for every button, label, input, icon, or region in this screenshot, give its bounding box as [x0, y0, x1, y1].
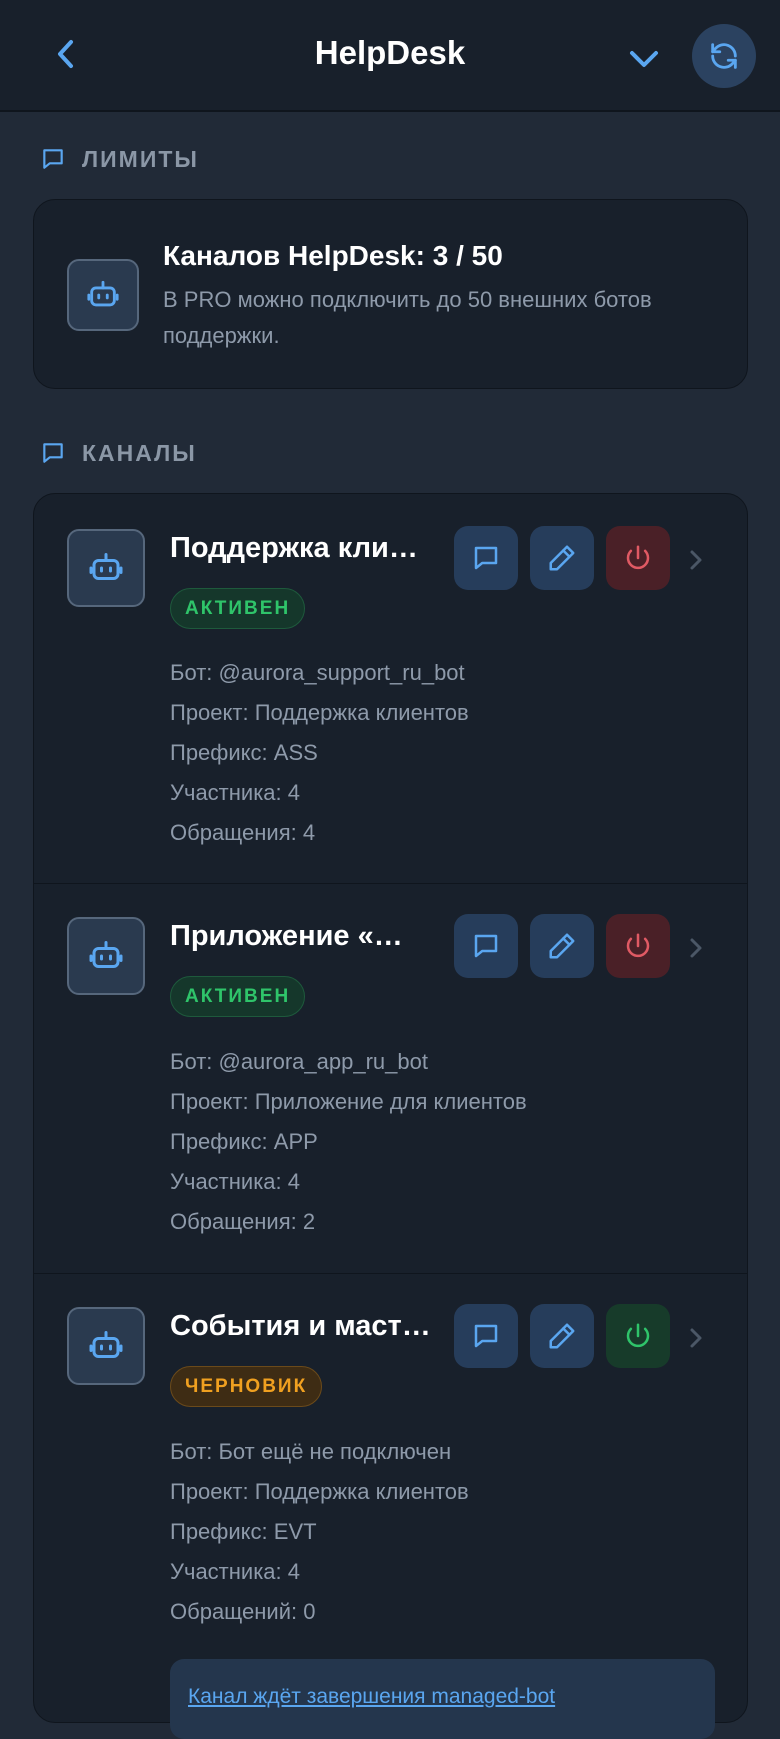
bot-icon — [87, 280, 119, 307]
channel-bot: Бот: @aurora_app_ru_bot — [170, 1049, 428, 1074]
channel-requests: Обращений: 0 — [170, 1599, 316, 1624]
power-button[interactable] — [606, 1304, 670, 1368]
bot-avatar — [67, 529, 145, 607]
channel-members: Участника: 4 — [170, 1559, 300, 1584]
limits-card: Каналов HelpDesk: 3 / 50 В PRO можно под… — [33, 199, 748, 389]
channels-section-label: КАНАЛЫ — [82, 439, 197, 466]
pencil-icon — [549, 545, 575, 571]
channel-bot: Бот: Бот ещё не подключен — [170, 1439, 452, 1464]
channel-bot: Бот: @aurora_support_ru_bot — [170, 660, 465, 685]
power-button[interactable] — [606, 526, 670, 590]
bot-avatar — [67, 917, 145, 995]
message-square-icon — [474, 934, 498, 958]
open-channel-chevron[interactable] — [684, 546, 708, 574]
pencil-icon — [549, 933, 575, 959]
power-icon — [626, 1323, 650, 1348]
open-channel-chevron[interactable] — [684, 1324, 708, 1352]
message-square-icon — [474, 1324, 498, 1348]
limits-title: Каналов HelpDesk: 3 / 50 — [163, 240, 503, 271]
status-badge: ЧЕРНОВИК — [170, 1366, 323, 1407]
channel-name: Поддержка кли… — [170, 532, 418, 564]
limits-section-label: ЛИМИТЫ — [82, 145, 199, 172]
chevron-right-icon — [690, 1328, 702, 1348]
status-badge: АКТИВЕН — [170, 588, 306, 629]
channels-section-header: КАНАЛЫ — [40, 438, 197, 468]
channel-project: Проект: Поддержка клиентов — [170, 700, 469, 725]
collapse-button[interactable] — [622, 36, 666, 80]
status-badge: АКТИВЕН — [170, 976, 306, 1017]
channel-members: Участника: 4 — [170, 1169, 300, 1194]
channel-name: События и маст… — [170, 1310, 430, 1342]
channel-project: Проект: Поддержка клиентов — [170, 1479, 469, 1504]
channel-item[interactable]: Поддержка кли… АКТИВЕН Бот: @aurora_supp… — [34, 494, 747, 883]
edit-button[interactable] — [530, 1304, 594, 1368]
chevron-right-icon — [690, 550, 702, 570]
open-channel-chevron[interactable] — [684, 934, 708, 962]
open-chat-button[interactable] — [454, 1304, 518, 1368]
message-square-icon — [43, 149, 63, 169]
chevron-right-icon — [690, 938, 702, 958]
bot-icon — [89, 1331, 123, 1358]
channel-prefix: Префикс: APP — [170, 1129, 318, 1154]
limits-description: В PRO можно подключить до 50 внешних бот… — [163, 287, 652, 348]
channels-card: Поддержка кли… АКТИВЕН Бот: @aurora_supp… — [33, 493, 748, 1739]
channel-name: Приложение «… — [170, 920, 403, 952]
message-square-icon — [474, 546, 498, 570]
power-icon — [626, 545, 650, 570]
pencil-icon — [549, 1323, 575, 1349]
open-chat-button[interactable] — [454, 914, 518, 978]
power-icon — [626, 933, 650, 958]
channel-requests: Обращения: 4 — [170, 820, 316, 845]
channel-item[interactable]: События и маст… ЧЕРНОВИК Бот: Бот ещё не… — [34, 1273, 747, 1739]
refresh-button[interactable] — [692, 24, 756, 88]
power-button[interactable] — [606, 914, 670, 978]
edit-button[interactable] — [530, 914, 594, 978]
channel-members: Участника: 4 — [170, 780, 300, 805]
channel-project: Проект: Приложение для клиентов — [170, 1089, 527, 1114]
open-chat-button[interactable] — [454, 526, 518, 590]
bot-icon — [89, 553, 123, 580]
limits-section-header: ЛИМИТЫ — [40, 144, 199, 174]
channel-prefix: Префикс: ASS — [170, 740, 318, 765]
bot-avatar — [67, 1307, 145, 1385]
edit-button[interactable] — [530, 526, 594, 590]
channel-prefix: Префикс: EVT — [170, 1519, 317, 1544]
channel-requests: Обращения: 2 — [170, 1209, 316, 1234]
refresh-icon — [711, 43, 737, 69]
message-square-icon — [43, 443, 63, 463]
channel-item[interactable]: Приложение «… АКТИВЕН Бот: @aurora_app_r… — [34, 883, 747, 1273]
chevron-down-icon — [630, 51, 658, 67]
top-bar: HelpDesk — [0, 0, 780, 112]
bot-icon — [89, 941, 123, 968]
channel-notice-link[interactable]: Канал ждёт завершения managed-bot — [170, 1659, 715, 1739]
bot-avatar — [67, 259, 139, 331]
